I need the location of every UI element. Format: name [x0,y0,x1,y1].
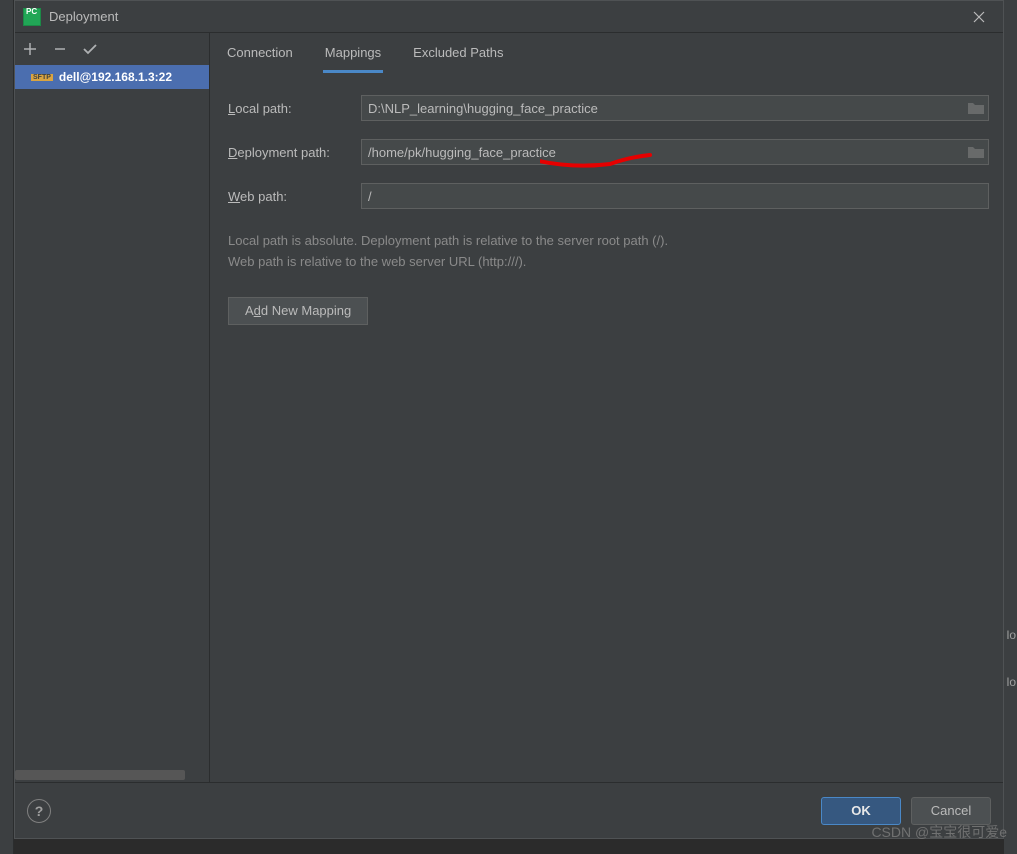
help-line-2: Web path is relative to the web server U… [228,252,989,273]
tab-connection[interactable]: Connection [225,37,295,73]
right-background-edge: lo lo [1004,0,1017,854]
folder-icon [967,145,985,159]
pycharm-icon [23,8,41,26]
watermark: CSDN @宝宝很可爱e [871,822,1007,842]
local-path-row: Local path: [228,95,989,121]
plus-icon [23,42,37,56]
web-path-input[interactable] [361,183,989,209]
scrollbar-thumb[interactable] [15,770,185,780]
tabs: Connection Mappings Excluded Paths [222,33,995,73]
local-path-input-wrapper [361,95,989,121]
server-list[interactable]: SFTP dell@192.168.1.3:22 [15,65,209,770]
check-icon [82,42,98,56]
add-server-button[interactable] [21,40,39,58]
sidebar: SFTP dell@192.168.1.3:22 [15,33,210,782]
web-path-input-wrapper [361,183,989,209]
local-path-label: Local path: [228,101,361,116]
folder-icon [967,101,985,115]
titlebar: Deployment [15,1,1003,33]
ok-button[interactable]: OK [821,797,901,825]
web-path-label: Web path: [228,189,361,204]
local-path-browse-button[interactable] [967,101,985,115]
deployment-path-label: Deployment path: [228,145,361,160]
help-button[interactable]: ? [27,799,51,823]
close-icon [973,11,985,23]
minus-icon [53,42,67,56]
set-default-button[interactable] [81,40,99,58]
cancel-button[interactable]: Cancel [911,797,991,825]
sftp-protocol-badge: SFTP [31,74,53,81]
deployment-dialog: Deployment SFTP dell@192.168.1.3:2 [14,0,1004,839]
server-label: dell@192.168.1.3:22 [59,70,172,84]
mappings-form: Local path: Deployment path: [222,73,995,325]
tab-excluded-paths[interactable]: Excluded Paths [411,37,505,73]
web-path-row: Web path: [228,183,989,209]
dialog-title: Deployment [49,9,963,24]
server-item-dell[interactable]: SFTP dell@192.168.1.3:22 [15,65,209,89]
tab-mappings[interactable]: Mappings [323,37,383,73]
deployment-path-input-wrapper [361,139,989,165]
add-new-mapping-button[interactable]: Add New Mapping [228,297,368,325]
main-content: SFTP dell@192.168.1.3:22 Connection Mapp… [15,33,1003,782]
sidebar-toolbar [15,33,209,65]
left-background-edge [0,0,14,854]
edge-char-2: lo [1007,675,1016,689]
help-line-1: Local path is absolute. Deployment path … [228,231,989,252]
remove-server-button[interactable] [51,40,69,58]
deployment-path-row: Deployment path: [228,139,989,165]
help-text: Local path is absolute. Deployment path … [228,231,989,273]
close-button[interactable] [963,1,995,33]
edge-char-1: lo [1007,628,1016,642]
deployment-path-browse-button[interactable] [967,145,985,159]
local-path-input[interactable] [361,95,989,121]
deployment-path-input[interactable] [361,139,989,165]
right-panel: Connection Mappings Excluded Paths Local… [210,33,1003,782]
dialog-footer: ? OK Cancel [15,782,1003,838]
sidebar-horizontal-scrollbar[interactable] [15,770,209,782]
